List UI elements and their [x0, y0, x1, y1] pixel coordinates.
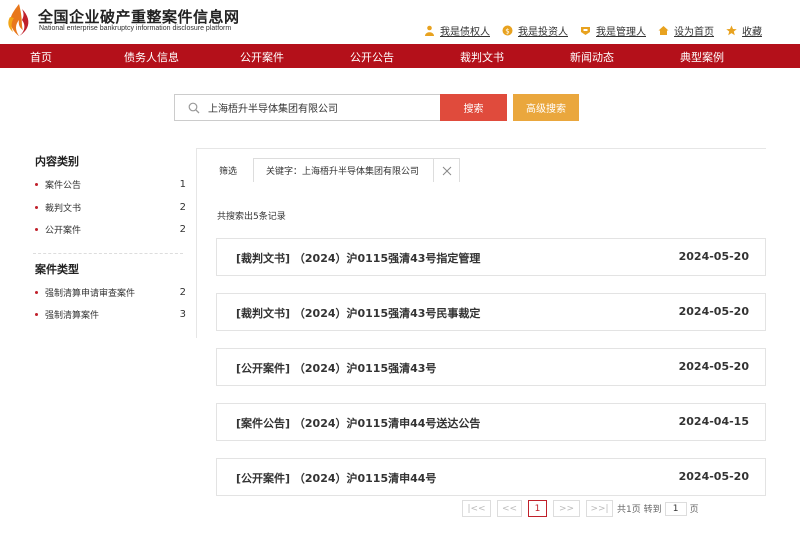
site-title: 全国企业破产重整案件信息网 [38, 8, 240, 26]
sidebar-item-count: 2 [179, 224, 186, 235]
filter-label: 筛选 [219, 167, 238, 177]
remove-filter-button[interactable] [433, 159, 459, 182]
sidebar-item-public-cases[interactable]: 公开案件 2 [33, 223, 186, 236]
result-item[interactable]: [裁判文书] （2024）沪0115强清43号民事裁定 2024-05-20 [216, 293, 766, 331]
case-type-heading: 案件类型 [35, 263, 79, 276]
link-creditor-label: 我是债权人 [440, 27, 490, 38]
result-date: 2024-05-20 [678, 250, 749, 263]
result-count: 共搜索出5条记录 [217, 212, 286, 222]
nav-news[interactable]: 新闻动态 [570, 49, 614, 65]
result-item[interactable]: [裁判文书] （2024）沪0115强清43号指定管理 2024-05-20 [216, 238, 766, 276]
site-header: 全国企业破产重整案件信息网 National enterprise bankru… [0, 0, 800, 44]
search-box [174, 94, 440, 121]
sidebar-item-label: 强制清算申请审查案件 [45, 289, 136, 299]
result-item[interactable]: [公开案件] （2024）沪0115清申44号 2024-05-20 [216, 458, 766, 496]
top-links: 我是债权人 $ 我是投资人 我是管理人 设为首页 收藏 [424, 23, 762, 38]
result-date: 2024-05-20 [678, 305, 749, 318]
goto-page-input[interactable] [664, 501, 687, 516]
content-category-heading: 内容类别 [35, 155, 79, 168]
page-1-button[interactable]: 1 [528, 500, 547, 517]
keyword-filter-text: 关键字：上海梧升半导体集团有限公司 [266, 167, 420, 177]
flame-logo-icon[interactable] [6, 3, 32, 37]
manager-icon [581, 27, 590, 35]
result-item[interactable]: [公开案件] （2024）沪0115强清43号 2024-05-20 [216, 348, 766, 386]
result-title: [公开案件] （2024）沪0115清申44号 [236, 472, 437, 485]
result-date: 2024-04-15 [678, 415, 749, 428]
sidebar-item-forced-liquidation-review[interactable]: 强制清算申请审查案件 2 [33, 286, 186, 299]
advanced-search-button[interactable]: 高级搜索 [513, 94, 579, 121]
search-button[interactable]: 搜索 [440, 94, 507, 121]
link-favorite[interactable]: 收藏 [726, 23, 762, 38]
link-set-homepage[interactable]: 设为首页 [658, 23, 714, 38]
link-manager-label: 我是管理人 [596, 27, 646, 38]
filter-divider [196, 148, 766, 149]
bullet-icon [35, 228, 38, 231]
page-unit-text: 页 [689, 505, 699, 515]
nav-home[interactable]: 首页 [30, 49, 52, 65]
first-page-button[interactable]: |<< [462, 500, 491, 517]
pagination: |<< << 1 >> >>| 共1页 转到 页 [462, 500, 699, 517]
nav-public-notices[interactable]: 公开公告 [350, 49, 394, 65]
link-creditor[interactable]: 我是债权人 [424, 23, 490, 38]
sidebar-item-label: 强制清算案件 [45, 311, 100, 321]
sidebar-item-label: 案件公告 [45, 181, 82, 191]
link-investor-label: 我是投资人 [518, 27, 568, 38]
search-input[interactable] [208, 95, 433, 120]
result-title: [裁判文书] （2024）沪0115强清43号民事裁定 [236, 307, 481, 320]
link-investor[interactable]: $ 我是投资人 [502, 23, 568, 38]
sidebar-item-judgments[interactable]: 裁判文书 2 [33, 201, 186, 214]
bullet-icon [35, 313, 38, 316]
nav-typical-cases[interactable]: 典型案例 [680, 49, 724, 65]
total-pages-text: 共1页 转到 [617, 505, 662, 515]
bullet-icon [35, 206, 38, 209]
site-subtitle: National enterprise bankruptcy informati… [39, 25, 232, 32]
sidebar-item-count: 1 [179, 179, 186, 190]
result-title: [裁判文书] （2024）沪0115强清43号指定管理 [236, 252, 481, 265]
main-nav: 首页 债务人信息 公开案件 公开公告 裁判文书 新闻动态 典型案例 [0, 44, 800, 68]
svg-text:$: $ [505, 27, 509, 35]
sidebar-item-case-notice[interactable]: 案件公告 1 [33, 178, 186, 191]
sidebar-divider [196, 148, 197, 338]
bullet-icon [35, 291, 38, 294]
prev-page-button[interactable]: << [497, 500, 522, 517]
result-title: [案件公告] （2024）沪0115清申44号送达公告 [236, 417, 481, 430]
person-icon [425, 25, 434, 36]
keyword-filter-tag: 关键字：上海梧升半导体集团有限公司 [253, 158, 460, 182]
close-icon [442, 166, 451, 175]
sidebar-item-count: 3 [179, 309, 186, 320]
link-manager[interactable]: 我是管理人 [580, 23, 646, 38]
next-page-button[interactable]: >> [553, 500, 580, 517]
bullet-icon [35, 183, 38, 186]
sidebar-item-label: 裁判文书 [45, 204, 82, 214]
sidebar-item-count: 2 [179, 202, 186, 213]
divider [33, 253, 183, 254]
nav-debtor-info[interactable]: 债务人信息 [124, 49, 179, 65]
result-date: 2024-05-20 [678, 470, 749, 483]
result-title: [公开案件] （2024）沪0115强清43号 [236, 362, 437, 375]
result-item[interactable]: [案件公告] （2024）沪0115清申44号送达公告 2024-04-15 [216, 403, 766, 441]
result-date: 2024-05-20 [678, 360, 749, 373]
nav-judgments[interactable]: 裁判文书 [460, 49, 504, 65]
link-favorite-label: 收藏 [742, 27, 762, 38]
link-set-homepage-label: 设为首页 [674, 27, 714, 38]
star-icon [726, 25, 737, 36]
sidebar-item-forced-liquidation[interactable]: 强制清算案件 3 [33, 308, 186, 321]
search-icon [188, 102, 200, 114]
nav-public-cases[interactable]: 公开案件 [240, 49, 284, 65]
investor-icon: $ [502, 25, 513, 36]
home-icon [658, 26, 669, 35]
sidebar-item-label: 公开案件 [45, 226, 82, 236]
last-page-button[interactable]: >>| [586, 500, 613, 517]
sidebar-item-count: 2 [179, 287, 186, 298]
